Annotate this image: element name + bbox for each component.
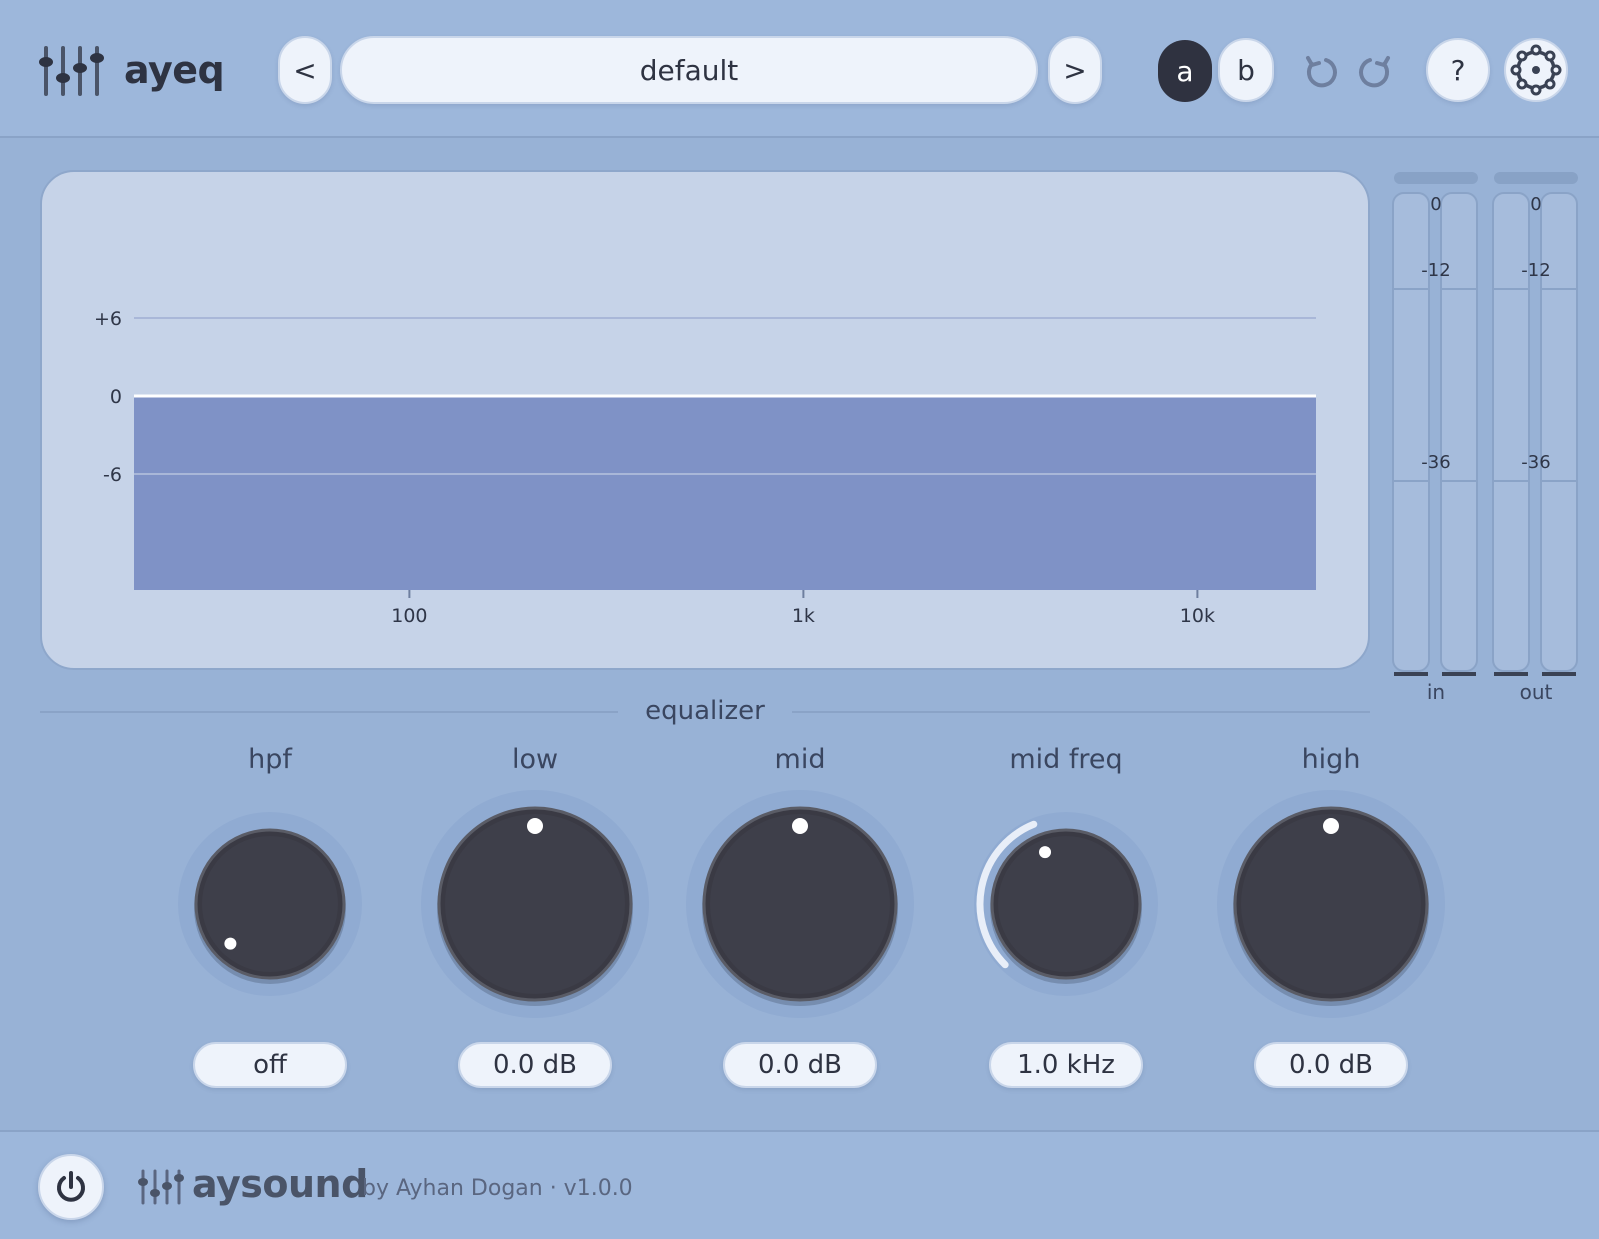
meter-baseline xyxy=(1542,672,1576,676)
meter-gridline xyxy=(1442,480,1476,482)
meter-gridline xyxy=(1542,480,1576,482)
meter-label: in xyxy=(1426,680,1446,704)
knob-low[interactable] xyxy=(415,784,655,1024)
knob-label-low: low xyxy=(511,744,559,775)
meter-gridline xyxy=(1394,480,1428,482)
meter-gridline xyxy=(1494,480,1528,482)
meter-tick-label: -36 xyxy=(1521,452,1551,473)
header: ayeq < default > a b ? xyxy=(0,0,1599,138)
meter-peak-cap xyxy=(1394,172,1478,184)
preset-name-field[interactable]: default xyxy=(340,36,1038,104)
meter-gridline xyxy=(1394,288,1428,290)
meter-tick-label: 0 xyxy=(1530,194,1542,215)
knob-face xyxy=(1241,814,1421,994)
knob-label-mid: mid xyxy=(774,744,826,775)
brand-logo-icon xyxy=(138,1169,184,1205)
knob-indicator-dot xyxy=(527,818,543,834)
next-preset-button[interactable]: > xyxy=(1048,36,1102,104)
eq-grid: +6 0 -6 100 1k 10k xyxy=(94,308,1316,627)
power-icon xyxy=(57,1171,85,1202)
knob-face xyxy=(445,814,625,994)
undo-icon[interactable] xyxy=(1302,52,1340,90)
eq-graph: +6 0 -6 100 1k 10k xyxy=(94,308,1316,627)
eq-fill-area xyxy=(134,396,1316,590)
eq-y-tick-label: -6 xyxy=(103,464,122,486)
meter-baseline xyxy=(1494,672,1528,676)
knob-value-mid-freq[interactable]: 1.0 kHz xyxy=(989,1042,1143,1088)
section-title: equalizer xyxy=(645,696,765,726)
knob-value-hpf[interactable]: off xyxy=(193,1042,347,1088)
knob-indicator-dot xyxy=(792,818,808,834)
gear-icon xyxy=(1510,44,1562,96)
meter-tick-label: -36 xyxy=(1421,452,1451,473)
eq-display[interactable]: +6 0 -6 100 1k 10k xyxy=(40,170,1370,670)
meter-tick-label: -12 xyxy=(1521,260,1551,281)
knob-value-high[interactable]: 0.0 dB xyxy=(1254,1042,1408,1088)
eq-y-tick-label: +6 xyxy=(94,308,122,330)
ab-b-button[interactable]: b xyxy=(1218,38,1274,102)
knob-value-low[interactable]: 0.0 dB xyxy=(458,1042,612,1088)
knob-label-high: high xyxy=(1301,744,1361,775)
help-button[interactable]: ? xyxy=(1426,38,1490,102)
knob-high[interactable] xyxy=(1211,784,1451,1024)
knob-face xyxy=(710,814,890,994)
knob-hpf[interactable] xyxy=(150,784,390,1024)
meter-label: out xyxy=(1519,680,1553,704)
app-title: ayeq xyxy=(124,48,225,92)
meter-gridline xyxy=(1442,288,1476,290)
meter-tick-label: -12 xyxy=(1421,260,1451,281)
meter-baseline xyxy=(1442,672,1476,676)
knob-face xyxy=(998,836,1134,972)
ab-a-button[interactable]: a xyxy=(1158,40,1212,102)
footer: aysound by Ayhan Dogan · v1.0.0 xyxy=(0,1130,1599,1239)
knob-mid-freq[interactable] xyxy=(946,784,1186,1024)
knob-mid[interactable] xyxy=(680,784,920,1024)
knob-indicator-dot xyxy=(1323,818,1339,834)
settings-button[interactable] xyxy=(1504,38,1568,102)
sliders-icon xyxy=(39,46,104,96)
meter-baseline xyxy=(1394,672,1428,676)
meter-gridline xyxy=(1494,288,1528,290)
meter-peak-cap xyxy=(1494,172,1578,184)
redo-icon[interactable] xyxy=(1356,52,1394,90)
knob-label-hpf: hpf xyxy=(248,744,292,775)
meter-tick-label: 0 xyxy=(1430,194,1442,215)
knob-value-mid[interactable]: 0.0 dB xyxy=(723,1042,877,1088)
knob-face xyxy=(202,836,338,972)
knob-label-mid-freq: mid freq xyxy=(1009,744,1123,775)
eq-y-tick-label: 0 xyxy=(110,386,122,408)
eq-x-tick-label: 10k xyxy=(1180,605,1215,627)
section-divider-right xyxy=(792,711,1370,713)
eq-x-tick-label: 100 xyxy=(391,605,427,627)
meter-gridline xyxy=(1542,288,1576,290)
knob-indicator-dot xyxy=(224,937,237,950)
brand-byline: by Ayhan Dogan · v1.0.0 xyxy=(362,1176,633,1201)
prev-preset-button[interactable]: < xyxy=(278,36,332,104)
section-divider-left xyxy=(40,711,618,713)
brand-name: aysound xyxy=(192,1162,368,1206)
power-button[interactable] xyxy=(38,1154,104,1220)
eq-x-tick-label: 1k xyxy=(792,605,815,627)
knob-indicator-dot xyxy=(1039,846,1052,859)
